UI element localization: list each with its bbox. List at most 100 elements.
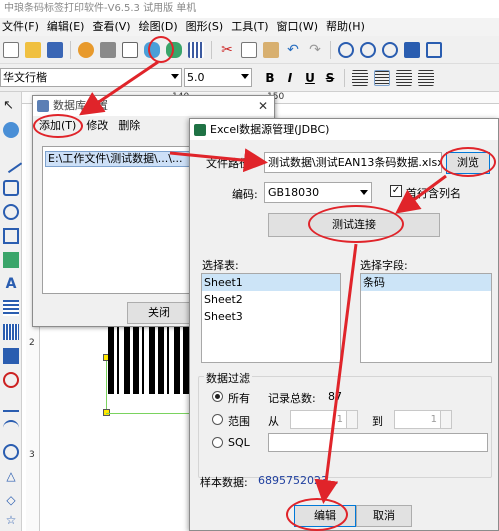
- menu-tools[interactable]: 工具(T): [229, 18, 274, 36]
- excel-icon: [194, 124, 206, 136]
- align-center-icon[interactable]: [374, 69, 390, 86]
- filter-all-radio[interactable]: [212, 391, 223, 402]
- range-to-stepper[interactable]: 1: [394, 410, 452, 429]
- preview-icon[interactable]: [122, 41, 138, 58]
- spinner-arrows-icon[interactable]: [440, 411, 451, 428]
- menu-window[interactable]: 窗口(W): [275, 18, 324, 36]
- grid-icon[interactable]: [188, 41, 204, 58]
- zoom-actual-icon[interactable]: [404, 41, 420, 58]
- toolbar-separator: [70, 40, 71, 59]
- record-count-label: 记录总数:: [268, 392, 316, 405]
- header-row-label: 首行含列名: [406, 187, 461, 200]
- undo-icon[interactable]: ↶: [285, 42, 301, 58]
- font-size-select[interactable]: 5.0: [184, 68, 252, 87]
- cancel-button[interactable]: 取消: [356, 505, 412, 527]
- italic-button[interactable]: I: [280, 68, 300, 88]
- filter-sql-label: SQL: [228, 436, 250, 449]
- cut-icon[interactable]: ✂: [219, 42, 235, 58]
- paste-icon[interactable]: [263, 41, 279, 58]
- modify-menu-item[interactable]: 修改: [86, 116, 108, 136]
- select-field-label: 选择字段:: [360, 259, 408, 272]
- font-family-value: 华文行楷: [3, 71, 47, 84]
- curve-icon[interactable]: [3, 420, 19, 436]
- align-justify-icon[interactable]: [418, 69, 434, 86]
- triangle-icon[interactable]: △: [3, 468, 19, 484]
- text-icon[interactable]: A: [3, 276, 19, 292]
- rectangle-icon[interactable]: [3, 180, 19, 196]
- list-item[interactable]: 条码: [361, 274, 491, 291]
- copy-icon[interactable]: [241, 41, 257, 58]
- sample-data-label: 样本数据:: [200, 476, 248, 489]
- app-title-bar: 中琅条码标签打印软件-V6.5.3 试用版 单机: [0, 0, 499, 18]
- annotation-circle: [440, 147, 496, 177]
- menu-view[interactable]: 查看(V): [90, 18, 136, 36]
- pointer-icon[interactable]: ↖: [3, 98, 19, 114]
- picture-icon[interactable]: [3, 252, 19, 268]
- list-item[interactable]: E:\工作文件\测试数据\...\...: [45, 151, 199, 167]
- file-path-input[interactable]: 测试数据\测试EAN13条码数据.xlsx: [264, 152, 442, 173]
- select-table-label: 选择表:: [202, 259, 239, 272]
- chevron-down-icon: [241, 74, 249, 79]
- menu-shape[interactable]: 图形(S): [184, 18, 230, 36]
- sql-input[interactable]: [268, 433, 488, 452]
- spinner-arrows-icon[interactable]: [346, 411, 357, 428]
- font-family-select[interactable]: 华文行楷: [0, 68, 182, 87]
- tool-palette: ↖ A △ ◇ ☆: [0, 92, 23, 531]
- filter-range-radio[interactable]: [212, 414, 223, 425]
- close-button[interactable]: 关闭: [127, 302, 191, 324]
- line-icon[interactable]: [0, 150, 23, 174]
- encoding-select[interactable]: GB18030: [264, 182, 372, 203]
- rotate-icon[interactable]: [3, 122, 19, 138]
- menu-help[interactable]: 帮助(H): [324, 18, 371, 36]
- list-item[interactable]: Sheet1: [202, 274, 340, 291]
- diamond-icon[interactable]: ◇: [3, 492, 19, 508]
- delete-menu-item[interactable]: 删除: [118, 116, 140, 136]
- annotation-circle: [286, 498, 348, 531]
- qrcode-icon[interactable]: [3, 348, 19, 364]
- header-row-checkbox[interactable]: ✓: [390, 185, 402, 197]
- table-list[interactable]: Sheet1 Sheet2 Sheet3: [201, 273, 341, 363]
- bold-button[interactable]: B: [260, 68, 280, 88]
- stamp-icon[interactable]: [3, 372, 19, 388]
- underline-button[interactable]: U: [300, 68, 320, 88]
- data-filter-label: 数据过滤: [204, 370, 252, 386]
- field-list[interactable]: 条码: [360, 273, 492, 363]
- image-icon[interactable]: [3, 228, 19, 244]
- zoom-fit-icon[interactable]: [382, 41, 398, 58]
- align-left-icon[interactable]: [352, 69, 368, 86]
- close-icon[interactable]: ✕: [258, 96, 268, 116]
- menu-bar: 文件(F) 编辑(E) 查看(V) 绘图(D) 图形(S) 工具(T) 窗口(W…: [0, 18, 499, 36]
- star-icon[interactable]: ☆: [3, 512, 19, 528]
- ellipse-icon[interactable]: [3, 204, 19, 220]
- range-from-stepper[interactable]: 1: [290, 410, 358, 429]
- paragraph-icon[interactable]: [3, 300, 19, 316]
- menu-draw[interactable]: 绘图(D): [137, 18, 184, 36]
- align-right-icon[interactable]: [396, 69, 412, 86]
- menu-file[interactable]: 文件(F): [0, 18, 45, 36]
- settings-icon[interactable]: [78, 41, 94, 58]
- save-icon[interactable]: [47, 41, 63, 58]
- strikethrough-button[interactable]: S: [320, 68, 340, 88]
- datasource-list[interactable]: E:\工作文件\测试数据\...\...: [42, 146, 202, 294]
- redo-icon[interactable]: ↷: [307, 42, 323, 58]
- zoom-page-icon[interactable]: [426, 41, 442, 58]
- range-to-label: 到: [372, 415, 383, 428]
- new-icon[interactable]: [3, 41, 19, 58]
- chevron-down-icon: [360, 190, 368, 195]
- zoom-in-icon[interactable]: [338, 41, 354, 58]
- main-toolbar: ✂ ↶ ↷: [0, 36, 499, 64]
- list-item[interactable]: Sheet3: [202, 308, 340, 325]
- toolbar-separator: [344, 68, 345, 87]
- list-item[interactable]: Sheet2: [202, 291, 340, 308]
- open-icon[interactable]: [25, 41, 41, 58]
- polyline-icon[interactable]: [3, 396, 19, 412]
- zoom-out-icon[interactable]: [360, 41, 376, 58]
- barcode-icon[interactable]: [3, 324, 19, 340]
- menu-edit[interactable]: 编辑(E): [45, 18, 91, 36]
- encoding-label: 编码:: [232, 188, 258, 201]
- filter-sql-radio[interactable]: [212, 437, 223, 448]
- print-icon[interactable]: [100, 41, 116, 58]
- barcode-object[interactable]: [108, 326, 190, 394]
- arc-icon[interactable]: [3, 444, 19, 460]
- dialog-title: 数据库设置: [53, 99, 108, 112]
